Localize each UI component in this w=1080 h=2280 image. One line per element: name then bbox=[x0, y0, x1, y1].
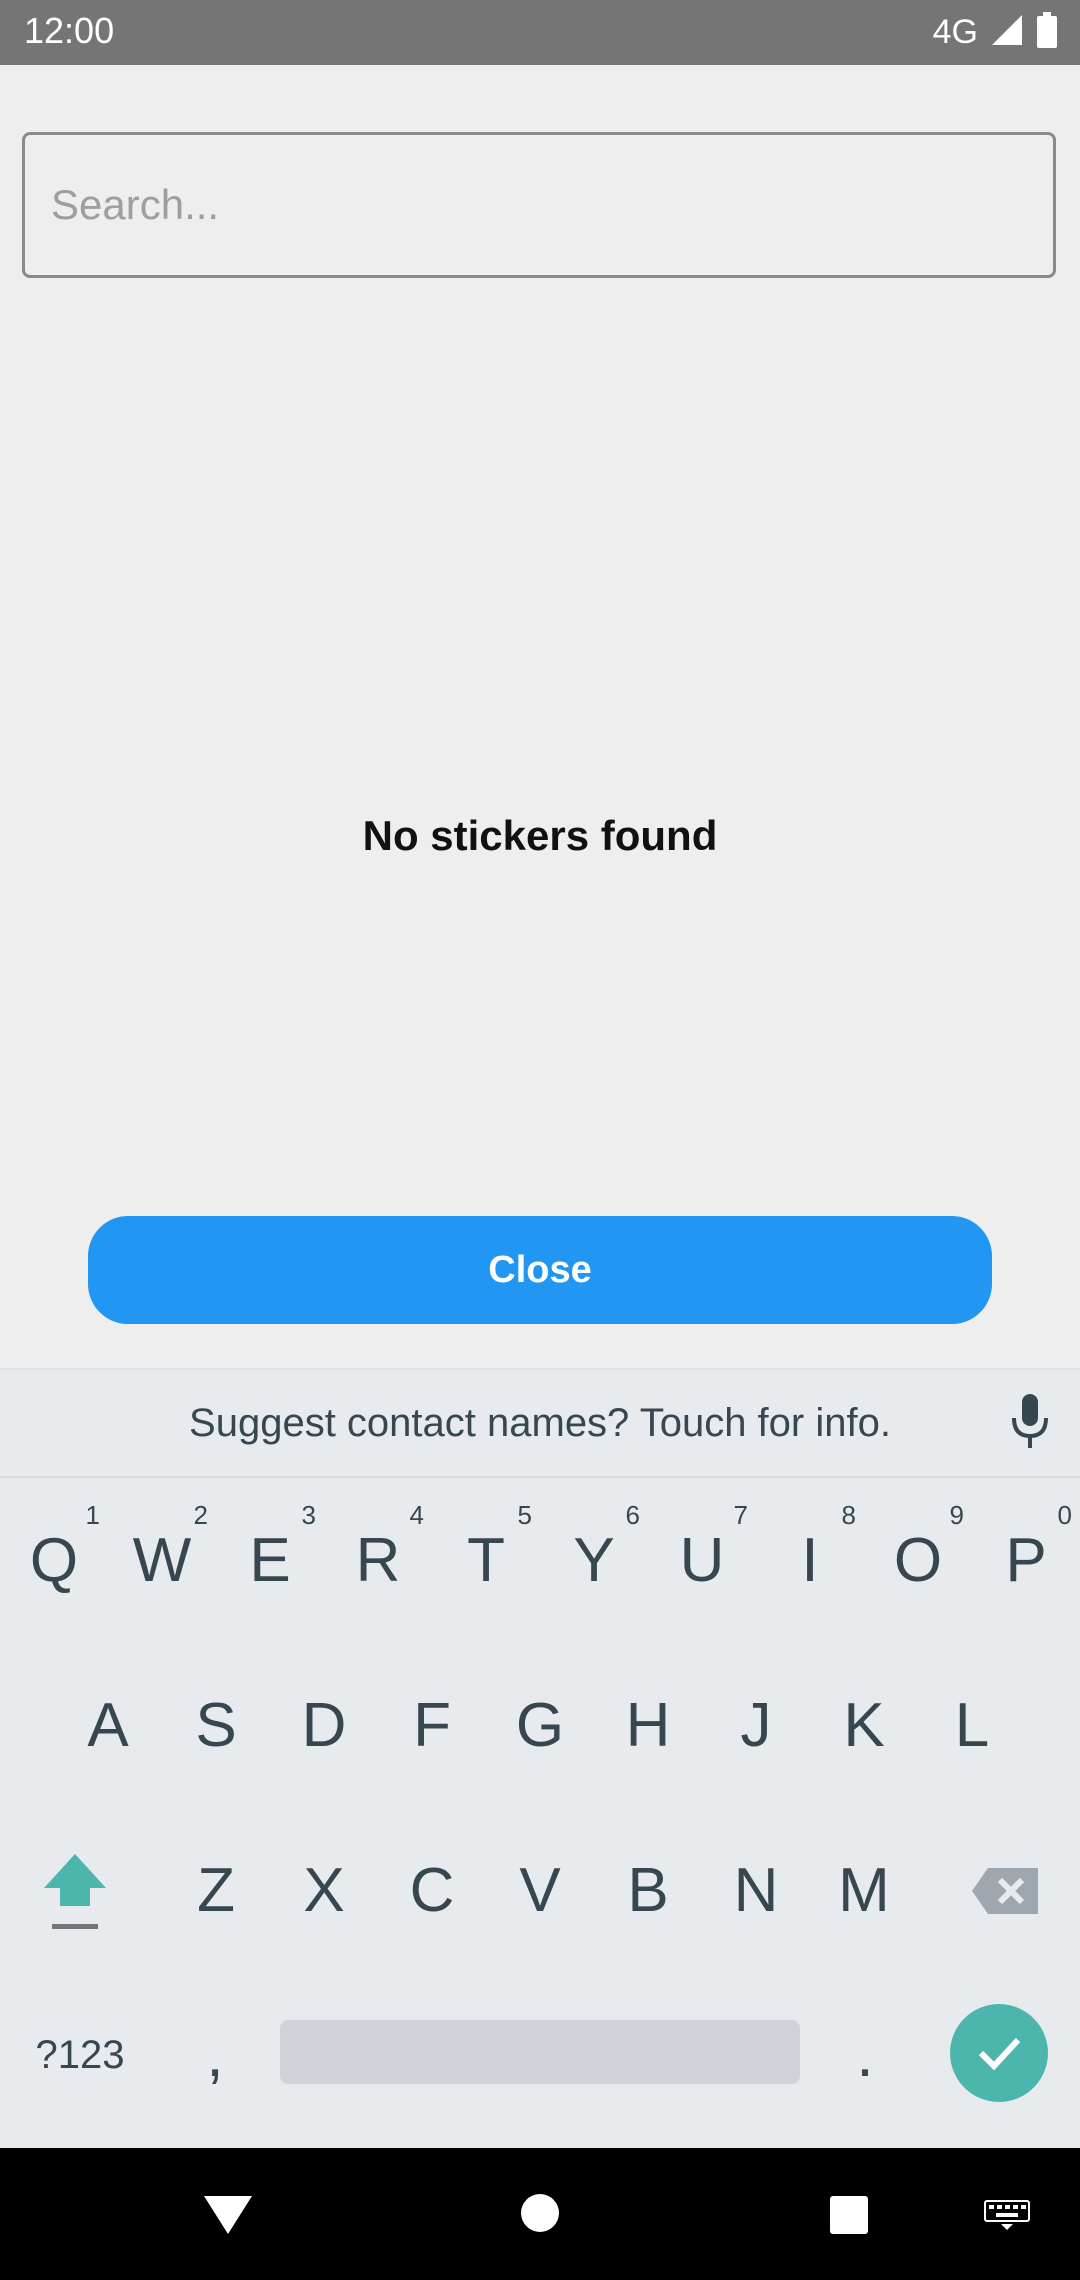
key-hint: 3 bbox=[301, 1500, 316, 1530]
key-hint: 5 bbox=[517, 1500, 532, 1530]
key-q[interactable]: Q1 bbox=[0, 1478, 108, 1643]
key-r[interactable]: R4 bbox=[324, 1478, 432, 1643]
keyboard-row-2: ASDFGHJKL bbox=[0, 1643, 1080, 1808]
symbols-key[interactable]: ?123 bbox=[20, 1973, 140, 2138]
key-t[interactable]: T5 bbox=[432, 1478, 540, 1643]
key-hint: 4 bbox=[409, 1500, 424, 1530]
key-hint: 1 bbox=[85, 1500, 100, 1530]
key-k[interactable]: K bbox=[810, 1643, 918, 1808]
key-label: Y bbox=[573, 1526, 615, 1595]
key-label: R bbox=[355, 1526, 401, 1595]
shift-key[interactable] bbox=[20, 1808, 130, 1973]
suggestion-strip[interactable]: Suggest contact names? Touch for info. bbox=[0, 1368, 1080, 1478]
comma-key[interactable]: , bbox=[170, 1973, 260, 2138]
done-key[interactable] bbox=[950, 2004, 1048, 2102]
status-icons: 4G bbox=[933, 10, 1058, 55]
key-e[interactable]: E3 bbox=[216, 1478, 324, 1643]
key-c[interactable]: C bbox=[378, 1808, 486, 1973]
key-z[interactable]: Z bbox=[162, 1808, 270, 1973]
key-h[interactable]: H bbox=[594, 1643, 702, 1808]
signal-icon bbox=[990, 13, 1024, 52]
key-p[interactable]: P0 bbox=[972, 1478, 1080, 1643]
key-n[interactable]: N bbox=[702, 1808, 810, 1973]
suggestion-text[interactable]: Suggest contact names? Touch for info. bbox=[0, 1370, 1080, 1476]
period-key[interactable]: . bbox=[820, 1973, 910, 2138]
key-v[interactable]: V bbox=[486, 1808, 594, 1973]
keyboard-switch-icon[interactable] bbox=[984, 2200, 1030, 2235]
backspace-key[interactable] bbox=[950, 1808, 1060, 1973]
key-j[interactable]: J bbox=[702, 1643, 810, 1808]
key-hint: 6 bbox=[625, 1500, 640, 1530]
checkmark-icon bbox=[971, 2023, 1027, 2084]
navigation-bar bbox=[0, 2148, 1080, 2280]
key-label: I bbox=[801, 1526, 819, 1595]
spacebar[interactable] bbox=[280, 2020, 800, 2084]
key-m[interactable]: M bbox=[810, 1808, 918, 1973]
key-b[interactable]: B bbox=[594, 1808, 702, 1973]
key-a[interactable]: A bbox=[54, 1643, 162, 1808]
microphone-icon[interactable] bbox=[1006, 1392, 1054, 1457]
key-label: Q bbox=[29, 1526, 79, 1595]
key-label: W bbox=[132, 1526, 192, 1595]
search-box bbox=[22, 132, 1056, 278]
key-label: O bbox=[893, 1526, 943, 1595]
status-bar: 12:00 4G bbox=[0, 0, 1080, 65]
key-w[interactable]: W2 bbox=[108, 1478, 216, 1643]
key-y[interactable]: Y6 bbox=[540, 1478, 648, 1643]
empty-state-message: No stickers found bbox=[362, 812, 718, 859]
key-g[interactable]: G bbox=[486, 1643, 594, 1808]
key-hint: 0 bbox=[1057, 1500, 1072, 1530]
key-d[interactable]: D bbox=[270, 1643, 378, 1808]
key-s[interactable]: S bbox=[162, 1643, 270, 1808]
back-icon[interactable] bbox=[200, 2192, 256, 2243]
recents-icon[interactable] bbox=[828, 2194, 870, 2241]
key-x[interactable]: X bbox=[270, 1808, 378, 1973]
keyboard-row-3: ZXCVBNM bbox=[0, 1808, 1080, 1973]
keyboard-row-1: Q1W2E3R4T5Y6U7I8O9P0 bbox=[0, 1478, 1080, 1643]
key-hint: 9 bbox=[949, 1500, 964, 1530]
key-label: U bbox=[679, 1526, 725, 1595]
key-label: E bbox=[249, 1526, 291, 1595]
key-hint: 8 bbox=[841, 1500, 856, 1530]
close-button[interactable]: Close bbox=[88, 1216, 992, 1324]
key-hint: 2 bbox=[193, 1500, 208, 1530]
battery-icon bbox=[1036, 12, 1058, 53]
key-o[interactable]: O9 bbox=[864, 1478, 972, 1643]
key-f[interactable]: F bbox=[378, 1643, 486, 1808]
search-input[interactable] bbox=[25, 135, 1053, 275]
key-u[interactable]: U7 bbox=[648, 1478, 756, 1643]
network-type: 4G bbox=[932, 13, 978, 51]
key-label: P bbox=[1005, 1526, 1047, 1595]
key-l[interactable]: L bbox=[918, 1643, 1026, 1808]
key-label: T bbox=[467, 1526, 505, 1595]
home-icon[interactable] bbox=[519, 2192, 561, 2239]
key-hint: 7 bbox=[733, 1500, 748, 1530]
status-time: 12:00 bbox=[24, 10, 115, 51]
key-i[interactable]: I8 bbox=[756, 1478, 864, 1643]
